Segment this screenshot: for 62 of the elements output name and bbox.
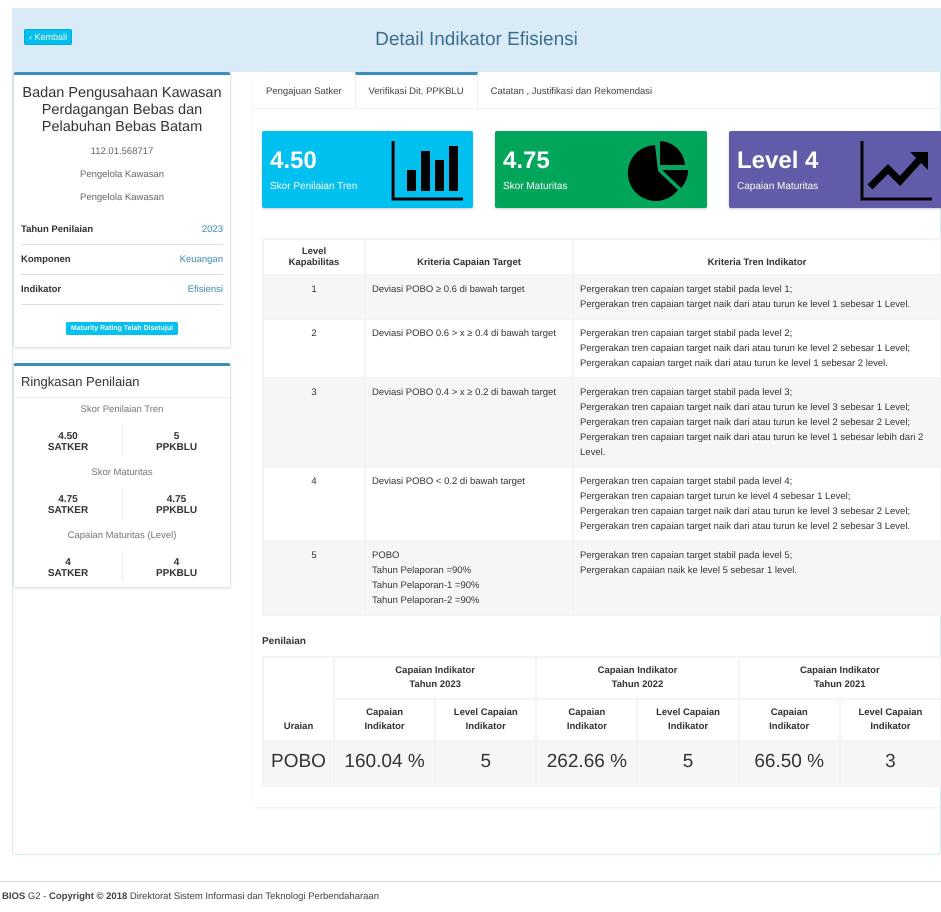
table-cell: 3 bbox=[263, 378, 365, 467]
score-label: PPKBLU bbox=[156, 442, 198, 453]
table-cell: 5 bbox=[263, 541, 365, 615]
summary-title: Ringkasan Penilaian bbox=[14, 366, 230, 398]
table-cell: 66.50 % bbox=[738, 741, 840, 786]
table-cell: 3 bbox=[840, 741, 941, 786]
table-cell: 160.04 % bbox=[334, 741, 436, 786]
column-header: Kriteria Capaian Target bbox=[365, 239, 573, 275]
field-value: 2023 bbox=[202, 224, 223, 235]
table-cell: Deviasi POBO ≥ 0.6 di bawah target bbox=[365, 275, 573, 319]
table-cell: POBO bbox=[263, 741, 334, 786]
column-header: Capaian Indikator Tahun 2023 bbox=[334, 657, 536, 699]
stat-value: Level 4 bbox=[737, 147, 818, 174]
table-cell: POBO Tahun Pelaporan =90% Tahun Pelaporan-1 =90% Tahun Pelaporan-2 =90% bbox=[365, 541, 573, 615]
organization-type: Pengelola Kawasan bbox=[79, 169, 165, 180]
tab[interactable]: Pengajuan Satker bbox=[253, 72, 355, 108]
table-cell: 5 bbox=[435, 741, 536, 786]
column-header: Level Kapabilitas bbox=[263, 239, 365, 275]
organization-name: Badan Pengusahaan Kawasan Perdagangan Bebas dan Pelabuhan Bebas Batam bbox=[21, 85, 223, 136]
table-cell: Pergerakan tren capaian target stabil pada level 3; Pergerakan tren capaian target naik dari atau turun ke level 3 sebesar 1 Level; Pergerakan tren capaian target naik dari atau turun ke level 2 sebesar 2 Level; Pergerakan tren capaian target naik dari atau turun ke level 1 sebesar lebih dari 2 Level. bbox=[573, 378, 941, 467]
line-chart-icon bbox=[860, 138, 934, 200]
field-label: Tahun Penilaian bbox=[21, 224, 94, 235]
column-header: Kriteria Tren Indikator bbox=[573, 239, 941, 275]
score-value: 4.50 bbox=[58, 431, 78, 442]
score-value: 5 bbox=[174, 431, 180, 442]
group-title: Skor Penilaian Tren bbox=[80, 404, 164, 415]
field-label: Indikator bbox=[21, 284, 62, 295]
table-cell: 5 bbox=[637, 741, 739, 786]
bar-chart-icon bbox=[391, 138, 465, 200]
score-value: 4 bbox=[174, 557, 180, 568]
stat-label: Capaian Maturitas bbox=[737, 181, 818, 192]
field-label: Komponen bbox=[21, 254, 71, 265]
table-cell: Deviasi POBO 0.4 > x ≥ 0.2 di bawah target bbox=[365, 378, 573, 467]
stat-label: Skor Maturitas bbox=[503, 181, 568, 192]
stat-label: Skor Penilaian Tren bbox=[270, 181, 358, 192]
score-value: 4 bbox=[65, 557, 71, 568]
organization-type: Pengelola Kawasan bbox=[79, 192, 165, 203]
group-title: Capaian Maturitas (Level) bbox=[66, 530, 178, 541]
column-header: Uraian bbox=[263, 657, 334, 741]
score-label: PPKBLU bbox=[156, 505, 198, 516]
field-value: Keuangan bbox=[180, 254, 223, 265]
score-label: SATKER bbox=[48, 442, 88, 453]
footer-text: BIOS G2 - Copyright © 2018 Direktorat Sistem Informasi dan Teknologi Perbendaharaan bbox=[0, 881, 941, 911]
tab[interactable]: Verifikasi Dit. PPKBLU bbox=[354, 72, 478, 108]
group-title: Skor Maturitas bbox=[90, 467, 154, 478]
column-header: Capaian Indikator Tahun 2022 bbox=[536, 657, 739, 699]
organization-code: 112.01.568717 bbox=[90, 146, 154, 157]
score-value: 4.75 bbox=[58, 494, 78, 505]
stat-value: 4.50 bbox=[270, 147, 317, 174]
field-value: Efisiensi bbox=[188, 284, 223, 295]
table-cell: 1 bbox=[263, 275, 365, 319]
stat-value: 4.75 bbox=[503, 147, 550, 174]
section-title: Penilaian bbox=[262, 636, 307, 647]
table-cell: Pergerakan tren capaian target stabil pada level 5; Pergerakan capaian naik ke level 5 sebesar 1 level. bbox=[573, 541, 941, 615]
score-label: SATKER bbox=[48, 568, 88, 579]
table-cell: 262.66 % bbox=[536, 741, 638, 786]
table-cell: Pergerakan tren capaian target stabil pada level 1; Pergerakan tren capaian target naik dari atau turun ke level 1 sebesar 1 Level. bbox=[573, 275, 941, 319]
score-label: PPKBLU bbox=[156, 568, 198, 579]
score-label: SATKER bbox=[48, 505, 88, 516]
column-header: Capaian Indikator Tahun 2021 bbox=[738, 657, 941, 699]
score-value: 4.75 bbox=[166, 494, 186, 505]
page-title: Detail Indikator Efisiensi bbox=[375, 29, 578, 51]
